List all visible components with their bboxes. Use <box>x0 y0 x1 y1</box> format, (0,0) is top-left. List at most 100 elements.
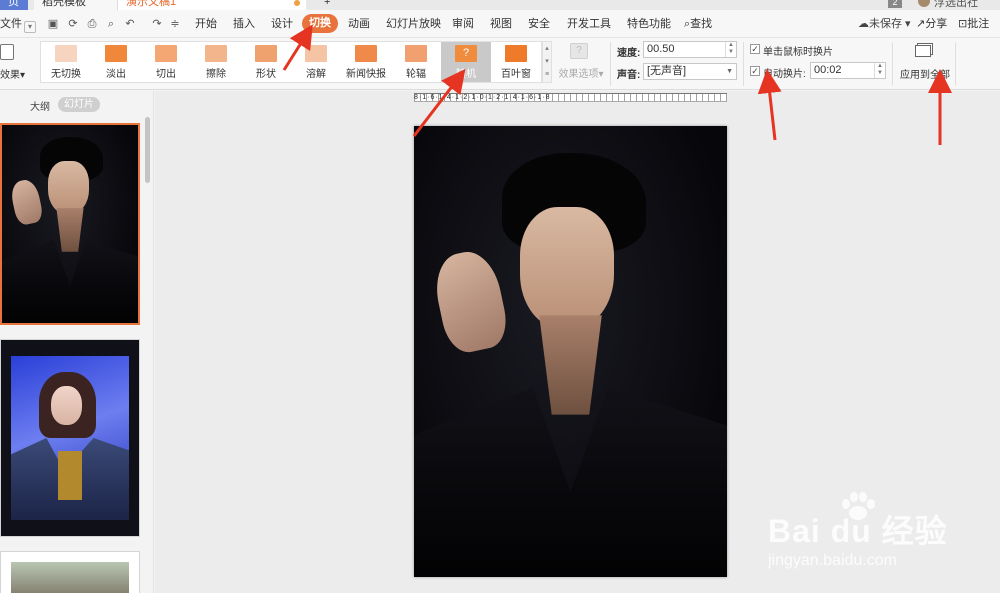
spin-arrows-icon[interactable]: ▲ ▼ <box>874 63 885 78</box>
menu-transitions[interactable]: 切换 <box>302 14 338 33</box>
print-icon[interactable]: ⎙ <box>85 17 99 31</box>
transition-option[interactable]: 新闻快报 <box>341 42 391 82</box>
menu-view[interactable]: 视图 <box>490 16 512 32</box>
menu-home[interactable]: 开始 <box>195 16 217 32</box>
sound-label: 声音: <box>617 70 641 81</box>
spin-arrows-icon[interactable]: ▲ ▼ <box>725 42 736 57</box>
chevron-down-icon: ▾ <box>24 21 36 33</box>
document-tab-title: 演示文稿1 <box>126 0 177 8</box>
horizontal-ruler: 8·1·6·1·4·1·2·1·0·1·2·1·4·1·6·1·8 <box>414 93 727 102</box>
transition-label: 随机 <box>456 69 476 80</box>
user-name[interactable]: 浮选出社 <box>934 0 978 10</box>
transition-thumbnail-icon <box>355 45 377 62</box>
slide-thumbnail-3[interactable] <box>0 551 140 593</box>
effect-options-button[interactable]: ? 效果选项▾ <box>556 41 606 83</box>
tab-slides[interactable]: 幻灯片 <box>58 97 100 112</box>
on-click-checkbox[interactable]: ✓ <box>750 44 760 54</box>
search-command[interactable]: ⌕查找 <box>684 16 712 32</box>
undo-icon[interactable]: ↶ <box>123 17 137 31</box>
effect-options-label: 效果选项▾ <box>558 69 604 80</box>
save-icon[interactable]: ▣ <box>46 17 60 31</box>
transition-option[interactable]: 百叶窗 <box>491 42 541 82</box>
comment-button[interactable]: ⊡批注 <box>958 16 989 32</box>
transition-label: 切出 <box>156 69 176 80</box>
chevron-down-icon: ▼ <box>726 68 733 75</box>
slide-thumbnail-1[interactable] <box>0 123 140 325</box>
preview-effect-icon <box>0 44 14 60</box>
transition-option[interactable]: 无切换 <box>41 42 91 82</box>
gallery-scroll-buttons[interactable]: ▴ ▾ ≡ <box>542 41 552 83</box>
file-menu-label: 文件 <box>0 18 22 30</box>
slide-3-image <box>11 562 129 593</box>
panel-scrollbar[interactable] <box>145 117 150 183</box>
redo-icon[interactable]: ↷ <box>150 17 164 31</box>
preview-effect-button[interactable]: 效果▾ <box>0 42 32 86</box>
transition-thumbnail-icon <box>155 45 177 62</box>
menu-security[interactable]: 安全 <box>528 16 550 32</box>
comment-icon: ⊡ <box>958 18 968 30</box>
speed-label: 速度: <box>617 48 641 59</box>
transition-thumbnail-icon <box>105 45 127 62</box>
transition-option[interactable]: 轮辐 <box>391 42 441 82</box>
chevron-down-icon: ▾ <box>902 18 911 30</box>
apply-to-all-button[interactable]: 应用到全部 <box>897 42 953 86</box>
transition-label: 无切换 <box>51 69 81 80</box>
transition-label: 百叶窗 <box>501 69 531 80</box>
watermark-logo-text: Bai du 经验 <box>768 513 948 549</box>
menu-insert[interactable]: 插入 <box>233 16 255 32</box>
auto-advance-checkbox[interactable]: ✓ <box>750 66 760 76</box>
search-label: 查找 <box>690 18 713 30</box>
comment-label: 批注 <box>967 18 990 30</box>
unsaved-label: 未保存 <box>869 18 902 30</box>
tab-outline[interactable]: 大纲 <box>30 98 50 113</box>
tab-template-store[interactable]: 稻壳模板 <box>34 0 118 10</box>
preview-effect-label: 效果▾ <box>0 70 26 81</box>
file-menu[interactable]: 文件 ▾ <box>0 16 36 33</box>
open-file-icon[interactable]: ⟳ <box>66 17 80 31</box>
menu-design[interactable]: 设计 <box>271 16 293 32</box>
transition-thumbnail-icon <box>205 45 227 62</box>
transition-label: 轮辐 <box>406 69 426 80</box>
transition-label: 溶解 <box>306 69 326 80</box>
transition-option[interactable]: 擦除 <box>191 42 241 82</box>
auto-advance-time-value: 00:02 <box>814 64 842 76</box>
customize-toolbar-icon[interactable]: ≑ <box>168 17 182 31</box>
effect-options-icon: ? <box>570 43 588 59</box>
transition-label: 形状 <box>256 69 276 80</box>
new-tab-button[interactable]: + <box>316 0 336 10</box>
user-avatar[interactable] <box>918 0 930 7</box>
transition-label: 新闻快报 <box>346 69 386 80</box>
transition-label: 淡出 <box>106 69 126 80</box>
menu-animation[interactable]: 动画 <box>348 16 370 32</box>
menu-special-features[interactable]: 特色功能 <box>627 16 671 32</box>
menu-review[interactable]: 审阅 <box>452 16 474 32</box>
baidu-jingyan-watermark: Bai du 经验 jingyan.baidu.com <box>768 492 998 588</box>
transition-option[interactable]: 溶解 <box>291 42 341 82</box>
print-preview-icon[interactable]: ⌕ <box>104 17 118 31</box>
sound-select[interactable]: [无声音] ▼ <box>643 63 737 80</box>
transition-thumbnail-icon <box>505 45 527 62</box>
watermark-url: jingyan.baidu.com <box>768 552 897 569</box>
slide-thumbnail-2[interactable] <box>0 339 140 537</box>
menu-bar: 文件 ▾ ▣ ⟳ ⎙ ⌕ ↶ ↷ ≑ 开始 插入 设计 切换 动画 幻灯片放映 审… <box>0 10 1000 38</box>
transition-option[interactable]: 形状 <box>241 42 291 82</box>
transition-label: 擦除 <box>206 69 226 80</box>
tab-home-page[interactable]: 页 <box>0 0 28 10</box>
ruler-labels: 8·1·6·1·4·1·2·1·0·1·2·1·4·1·6·1·8 <box>414 94 551 101</box>
man-portrait-image <box>2 125 138 323</box>
unsaved-cloud-status[interactable]: ☁未保存 ▾ <box>858 16 911 32</box>
menu-slideshow[interactable]: 幻灯片放映 <box>386 16 441 32</box>
share-button[interactable]: ↗分享 <box>916 16 947 32</box>
apply-to-all-icon <box>915 45 931 57</box>
transition-thumbnail-icon <box>255 45 277 62</box>
transition-option[interactable]: ? 随机 <box>441 42 491 82</box>
auto-advance-time-input[interactable]: 00:02 ▲ ▼ <box>810 62 886 79</box>
current-slide-canvas[interactable] <box>414 126 727 577</box>
tab-presentation-document[interactable]: 演示文稿1 <box>118 0 306 10</box>
ribbon-divider <box>955 42 956 86</box>
transition-option[interactable]: 淡出 <box>91 42 141 82</box>
transition-option[interactable]: 切出 <box>141 42 191 82</box>
transition-thumbnail-icon <box>305 45 327 62</box>
menu-developer-tools[interactable]: 开发工具 <box>567 16 611 32</box>
speed-input[interactable]: 00.50 ▲ ▼ <box>643 41 737 58</box>
